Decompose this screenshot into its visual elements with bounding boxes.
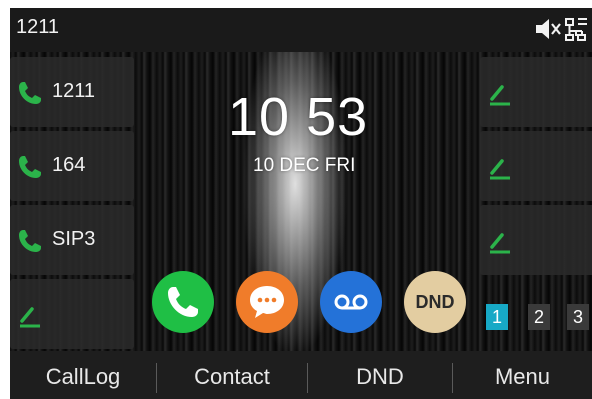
voicemail-app-button[interactable] xyxy=(320,271,382,333)
status-bar: 1211 xyxy=(10,8,592,52)
dnd-app-label: DND xyxy=(415,292,455,312)
phone-icon xyxy=(19,82,41,104)
edit-icon xyxy=(490,159,510,180)
line-key-1[interactable]: 1211 xyxy=(10,57,134,127)
line-key-2[interactable]: 164 xyxy=(10,131,134,201)
page-indicator-3[interactable]: 3 xyxy=(567,304,589,330)
line-key-3[interactable]: SIP3 xyxy=(10,205,134,275)
menu-softkey[interactable]: Menu xyxy=(453,351,592,399)
calllog-softkey[interactable]: CallLog xyxy=(10,351,156,399)
page-indicator-2[interactable]: 2 xyxy=(528,304,550,330)
message-app-button[interactable] xyxy=(236,271,298,333)
mute-icon xyxy=(536,19,561,39)
contact-softkey[interactable]: Contact xyxy=(157,351,307,399)
page-indicator-1[interactable]: 1 xyxy=(486,304,508,330)
line-key-right-3[interactable] xyxy=(480,205,592,275)
edit-icon xyxy=(490,233,510,254)
call-app-button[interactable] xyxy=(152,271,214,333)
edit-icon xyxy=(20,307,40,328)
line-key-right-1[interactable] xyxy=(480,57,592,127)
line-key-4[interactable] xyxy=(10,279,134,349)
clock-time: 10 53 xyxy=(228,87,369,147)
voicemail-icon xyxy=(334,294,368,310)
softkey-bar: CallLog Contact DND Menu xyxy=(10,351,592,399)
edit-icon xyxy=(490,85,510,106)
line-key-right-2[interactable] xyxy=(480,131,592,201)
dnd-softkey[interactable]: DND xyxy=(308,351,452,399)
line-key-label: 164 xyxy=(52,154,86,176)
line-key-label: 1211 xyxy=(52,80,96,102)
phone-icon xyxy=(19,230,41,252)
account-title: 1211 xyxy=(16,16,60,38)
clock-date: 10 DEC FRI xyxy=(253,155,356,176)
phone-icon xyxy=(168,287,198,317)
phone-icon xyxy=(19,156,41,178)
status-icons xyxy=(534,16,588,42)
message-icon xyxy=(250,286,284,318)
line-key-label: SIP3 xyxy=(52,228,96,250)
phone-screen: 1211 1211 164 SIP3 10 53 10 DEC FRI DND … xyxy=(10,8,592,399)
dnd-app-button[interactable]: DND xyxy=(404,271,466,333)
network-icon xyxy=(565,18,587,41)
